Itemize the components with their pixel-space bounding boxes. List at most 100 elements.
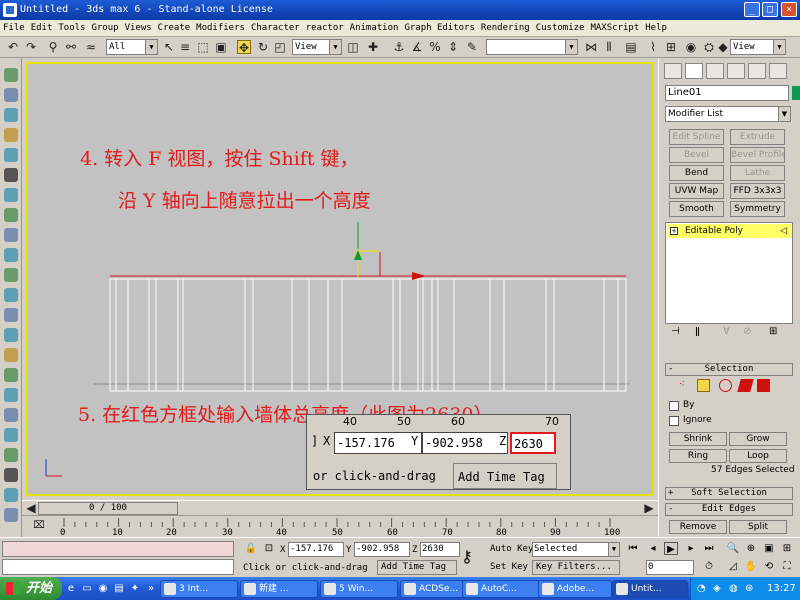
task-item-autocad[interactable]: AutoC... bbox=[462, 580, 540, 598]
tool-icon-19[interactable] bbox=[4, 428, 18, 442]
play-icon[interactable]: ▶ bbox=[664, 542, 678, 555]
render-type-dropdown[interactable]: View ▼ bbox=[730, 39, 786, 55]
menu-reactor[interactable]: reactor bbox=[303, 20, 347, 37]
tool-icon-16[interactable] bbox=[4, 368, 18, 382]
time-slider[interactable]: ◀ 0 / 100 ▶ bbox=[22, 500, 658, 515]
zoom-extents-all-icon[interactable]: ⊞ bbox=[780, 542, 794, 555]
quicklaunch-ie-icon[interactable]: e bbox=[64, 582, 78, 595]
menu-animation[interactable]: Animation bbox=[347, 20, 402, 37]
tool-icon-1[interactable] bbox=[4, 68, 18, 82]
tool-icon-20[interactable] bbox=[4, 448, 18, 462]
selected-dropdown[interactable]: Selected ▼ bbox=[532, 542, 620, 557]
configure-sets-icon[interactable]: ⊞ bbox=[769, 326, 777, 337]
select-rotate-icon[interactable]: ↻ bbox=[256, 40, 270, 54]
tray-icon-2[interactable]: ◈ bbox=[713, 577, 721, 600]
tool-icon-5[interactable] bbox=[4, 148, 18, 162]
tool-icon-6[interactable] bbox=[4, 168, 18, 182]
tool-icon-9[interactable] bbox=[4, 228, 18, 242]
menu-group[interactable]: Group bbox=[88, 20, 121, 37]
tool-icon-18[interactable] bbox=[4, 408, 18, 422]
angle-snap-icon[interactable]: ∡ bbox=[410, 40, 424, 54]
menu-views[interactable]: Views bbox=[122, 20, 155, 37]
utilities-tab-icon[interactable] bbox=[769, 63, 787, 79]
modify-tab-icon[interactable] bbox=[685, 63, 703, 79]
menu-help[interactable]: Help bbox=[642, 20, 670, 37]
snap-3d-icon[interactable]: ⚓ bbox=[392, 40, 406, 54]
modifier-stack[interactable]: + Editable Poly ◁ bbox=[665, 222, 793, 324]
remove-modifier-icon[interactable]: ⊘ bbox=[743, 326, 751, 337]
ignore-backfacing-checkbox[interactable] bbox=[669, 416, 679, 426]
pivot-center-icon[interactable]: ◫ bbox=[346, 40, 360, 54]
selection-filter-dropdown[interactable]: All ▼ bbox=[106, 39, 158, 55]
menu-edit[interactable]: Edit bbox=[28, 20, 56, 37]
region-select-icon[interactable]: ⬚ bbox=[196, 40, 210, 54]
tool-icon-17[interactable] bbox=[4, 388, 18, 402]
previous-frame-icon[interactable]: ◂ bbox=[646, 542, 660, 555]
set-key-icon[interactable]: ⚷ bbox=[460, 549, 474, 565]
tool-icon-11[interactable] bbox=[4, 268, 18, 282]
go-to-start-icon[interactable]: ⏮ bbox=[626, 542, 640, 555]
tool-icon-21[interactable] bbox=[4, 468, 18, 482]
menu-graph-editors[interactable]: Graph Editors bbox=[401, 20, 477, 37]
zoom-all-icon[interactable]: ⊕ bbox=[744, 542, 758, 555]
quicklaunch-app-icon[interactable]: ✦ bbox=[128, 582, 142, 595]
auto-key-button[interactable]: Auto Key bbox=[490, 544, 533, 554]
select-move-icon[interactable]: ✥ bbox=[237, 40, 251, 55]
select-link-icon[interactable]: ⚲ bbox=[46, 40, 60, 54]
unlink-icon[interactable]: ⚯ bbox=[64, 40, 78, 54]
object-color-swatch[interactable] bbox=[792, 86, 800, 100]
menu-customize[interactable]: Customize bbox=[533, 20, 588, 37]
menu-file[interactable]: File bbox=[0, 20, 28, 37]
task-item-adobe[interactable]: Adobe... bbox=[538, 580, 612, 598]
select-scale-icon[interactable]: ◰ bbox=[273, 40, 287, 54]
make-unique-icon[interactable]: ∀ bbox=[723, 326, 730, 337]
modifier-list-dropdown[interactable]: Modifier List ▼ bbox=[665, 106, 791, 122]
key-filters-button[interactable]: Key Filters... bbox=[532, 560, 620, 575]
track-bar[interactable]: ⌧ 0 10 20 30 40 50 60 70 80 90 100 bbox=[22, 515, 658, 538]
edge-icon[interactable] bbox=[697, 379, 710, 392]
schematic-view-icon[interactable]: ⊞ bbox=[664, 40, 678, 54]
polygon-icon[interactable] bbox=[737, 379, 754, 392]
bend-button[interactable]: Bend bbox=[669, 165, 724, 181]
quicklaunch-desktop-icon[interactable]: ▭ bbox=[80, 582, 94, 595]
tool-icon-2[interactable] bbox=[4, 88, 18, 102]
bevel-button[interactable]: Bevel bbox=[669, 147, 724, 163]
task-item-new[interactable]: 新建 ... bbox=[240, 580, 318, 598]
element-icon[interactable] bbox=[757, 379, 770, 392]
uvw-map-button[interactable]: UVW Map bbox=[669, 183, 724, 199]
named-selection-dropdown[interactable]: ▼ bbox=[486, 39, 578, 55]
shrink-button[interactable]: Shrink bbox=[669, 432, 727, 446]
motion-tab-icon[interactable] bbox=[727, 63, 745, 79]
inset-z-field-highlighted[interactable]: 2630 bbox=[510, 432, 556, 454]
align-icon[interactable]: ⫴ bbox=[602, 40, 616, 54]
maximize-viewport-icon[interactable]: ⛶ bbox=[780, 560, 794, 573]
tool-icon-22[interactable] bbox=[4, 488, 18, 502]
menu-create[interactable]: Create bbox=[155, 20, 194, 37]
maxscript-input-box[interactable] bbox=[2, 559, 234, 575]
tool-icon-3[interactable] bbox=[4, 108, 18, 122]
inset-x-field[interactable]: -157.176 bbox=[334, 432, 422, 454]
next-frame-icon[interactable]: ▸ bbox=[684, 542, 698, 555]
z-coordinate-field[interactable]: 2630 bbox=[420, 542, 460, 557]
window-crossing-icon[interactable]: ▣ bbox=[214, 40, 228, 54]
mirror-icon[interactable]: ⋈ bbox=[584, 40, 598, 54]
soft-selection-rollout-title[interactable]: + Soft Selection bbox=[665, 487, 793, 500]
vertex-icon[interactable]: ⁖ bbox=[679, 379, 692, 392]
ffd-button[interactable]: FFD 3x3x3 bbox=[730, 183, 785, 199]
menu-tools[interactable]: Tools bbox=[55, 20, 88, 37]
quicklaunch-more-icon[interactable]: » bbox=[144, 582, 158, 595]
border-icon[interactable] bbox=[719, 379, 732, 392]
undo-icon[interactable]: ↶ bbox=[6, 40, 20, 54]
loop-button[interactable]: Loop bbox=[729, 449, 787, 463]
tool-icon-12[interactable] bbox=[4, 288, 18, 302]
x-coordinate-field[interactable]: -157.176 bbox=[288, 542, 344, 557]
create-tab-icon[interactable] bbox=[664, 63, 682, 79]
task-item-int[interactable]: 3 Int... bbox=[160, 580, 238, 598]
tool-icon-4[interactable] bbox=[4, 128, 18, 142]
ring-button[interactable]: Ring bbox=[669, 449, 727, 463]
zoom-extents-icon[interactable]: ▣ bbox=[762, 542, 776, 555]
max-app-icon[interactable] bbox=[3, 3, 17, 17]
minimize-button[interactable]: _ bbox=[744, 2, 760, 17]
hierarchy-tab-icon[interactable] bbox=[706, 63, 724, 79]
maximize-button[interactable]: □ bbox=[762, 2, 778, 17]
